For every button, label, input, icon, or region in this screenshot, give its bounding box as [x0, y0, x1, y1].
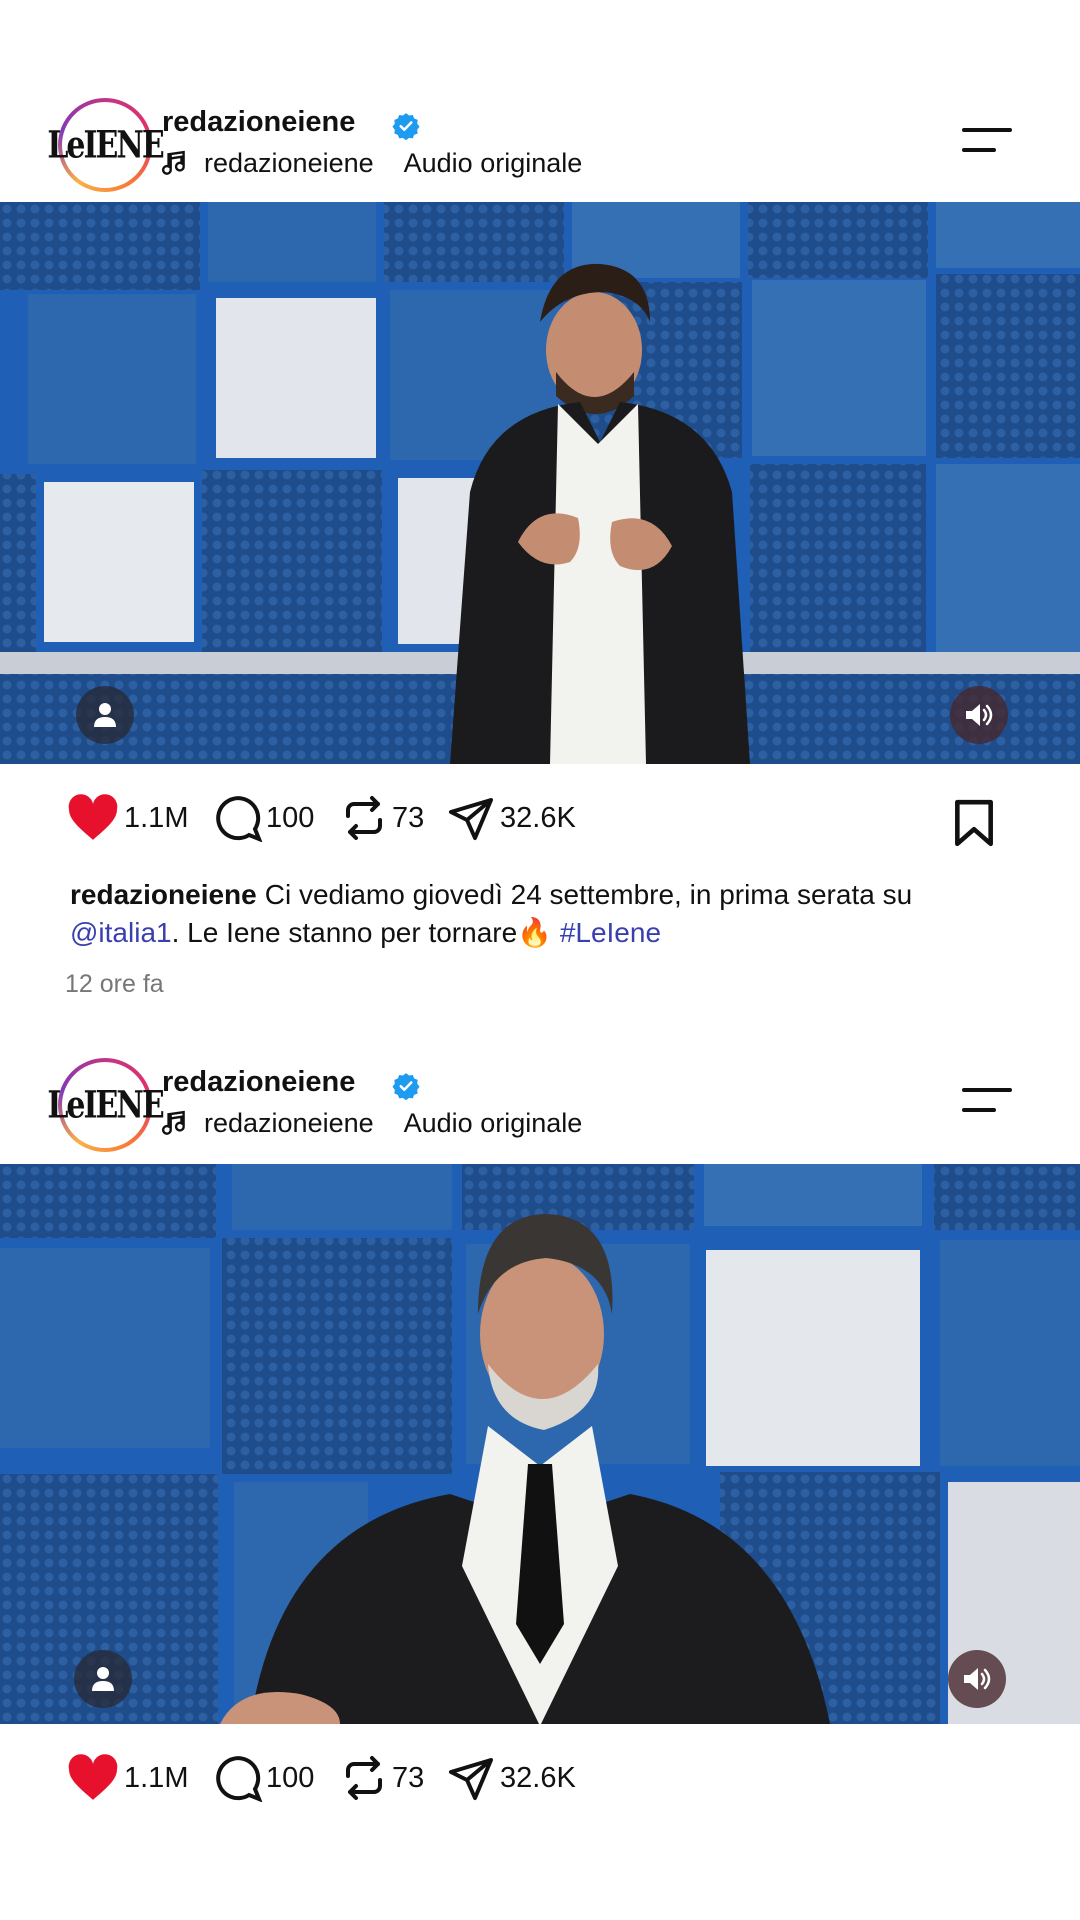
caption-text-2: . Le Iene stanno per tornare🔥	[171, 917, 560, 948]
audio-row[interactable]: redazioneiene Audio originale	[162, 148, 582, 179]
repost-icon	[346, 796, 382, 840]
repost-icon	[346, 1756, 382, 1800]
comment-button[interactable]: 100	[214, 1754, 314, 1802]
post-header: LeIENE redazioneiene redazioneiene Audio…	[0, 1058, 1080, 1164]
like-count: 1.1M	[124, 801, 189, 834]
audio-label: Audio originale	[403, 148, 583, 178]
post-time: 12 ore fa	[65, 970, 164, 998]
audio-user: redazioneiene	[204, 1108, 374, 1138]
caption-mention[interactable]: @italia1	[70, 917, 172, 948]
send-icon	[449, 1758, 493, 1800]
post-header: LeIENE redazioneiene redazioneiene Audio…	[0, 98, 1080, 204]
comment-icon	[216, 796, 262, 842]
like-button[interactable]: 1.1M	[66, 1754, 188, 1802]
audio-user: redazioneiene	[204, 148, 374, 178]
caption-text-1: Ci vediamo giovedì 24 settembre, in prim…	[264, 879, 913, 910]
repost-button[interactable]: 73	[340, 794, 424, 842]
video-frame	[0, 1164, 1080, 1724]
user-tag-button[interactable]	[74, 1650, 132, 1708]
avatar-logo: LeIENE	[47, 123, 164, 167]
person-icon	[94, 703, 116, 727]
menu-icon[interactable]	[962, 1088, 1012, 1114]
repost-count: 73	[392, 801, 425, 834]
post-2: LeIENE redazioneiene redazioneiene Audio…	[0, 1058, 1080, 1834]
audio-row[interactable]: redazioneiene Audio originale	[162, 1108, 582, 1139]
caption-username[interactable]: redazioneiene	[70, 879, 257, 910]
person-icon	[92, 1667, 114, 1691]
share-button[interactable]: 32.6K	[446, 1754, 576, 1802]
send-icon	[449, 798, 493, 840]
comment-icon	[216, 1756, 262, 1802]
username[interactable]: redazioneiene	[162, 1066, 355, 1099]
action-bar: 1.1M 100 73 32.6K	[0, 1724, 1080, 1834]
sound-button[interactable]	[950, 686, 1008, 744]
comment-button[interactable]: 100	[214, 794, 314, 842]
avatar-logo: LeIENE	[47, 1083, 164, 1127]
avatar[interactable]: LeIENE	[47, 98, 165, 192]
video-frame	[0, 202, 1080, 764]
verified-badge-icon	[392, 1073, 420, 1100]
bookmark-icon[interactable]	[952, 798, 996, 848]
post-video[interactable]	[0, 202, 1080, 764]
sound-button[interactable]	[948, 1650, 1006, 1708]
verified-badge-icon	[392, 113, 420, 140]
share-count: 32.6K	[500, 801, 576, 834]
repost-count: 73	[392, 1761, 425, 1794]
music-note-icon	[162, 1110, 185, 1135]
action-bar: 1.1M 100 73 32.6K	[0, 764, 1080, 874]
avatar[interactable]: LeIENE	[47, 1058, 165, 1152]
post-video[interactable]	[0, 1164, 1080, 1724]
heart-icon	[68, 1754, 118, 1800]
repost-button[interactable]: 73	[340, 1754, 424, 1802]
caption: redazioneiene Ci vediamo giovedì 24 sette…	[70, 876, 1010, 952]
user-tag-button[interactable]	[76, 686, 134, 744]
caption-hashtag[interactable]: #LeIene	[560, 917, 661, 948]
share-button[interactable]: 32.6K	[446, 794, 576, 842]
music-note-icon	[162, 150, 185, 175]
comment-count: 100	[266, 801, 315, 834]
username[interactable]: redazioneiene	[162, 106, 355, 139]
speaker-icon	[966, 704, 993, 726]
speaker-icon	[964, 1668, 991, 1690]
audio-label: Audio originale	[403, 1108, 583, 1138]
share-count: 32.6K	[500, 1761, 576, 1794]
post-1: LeIENE redazioneiene redazioneiene Audio…	[0, 98, 1080, 998]
heart-icon	[68, 794, 118, 840]
menu-icon[interactable]	[962, 128, 1012, 154]
like-count: 1.1M	[124, 1761, 189, 1794]
comment-count: 100	[266, 1761, 315, 1794]
like-button[interactable]: 1.1M	[66, 794, 188, 842]
